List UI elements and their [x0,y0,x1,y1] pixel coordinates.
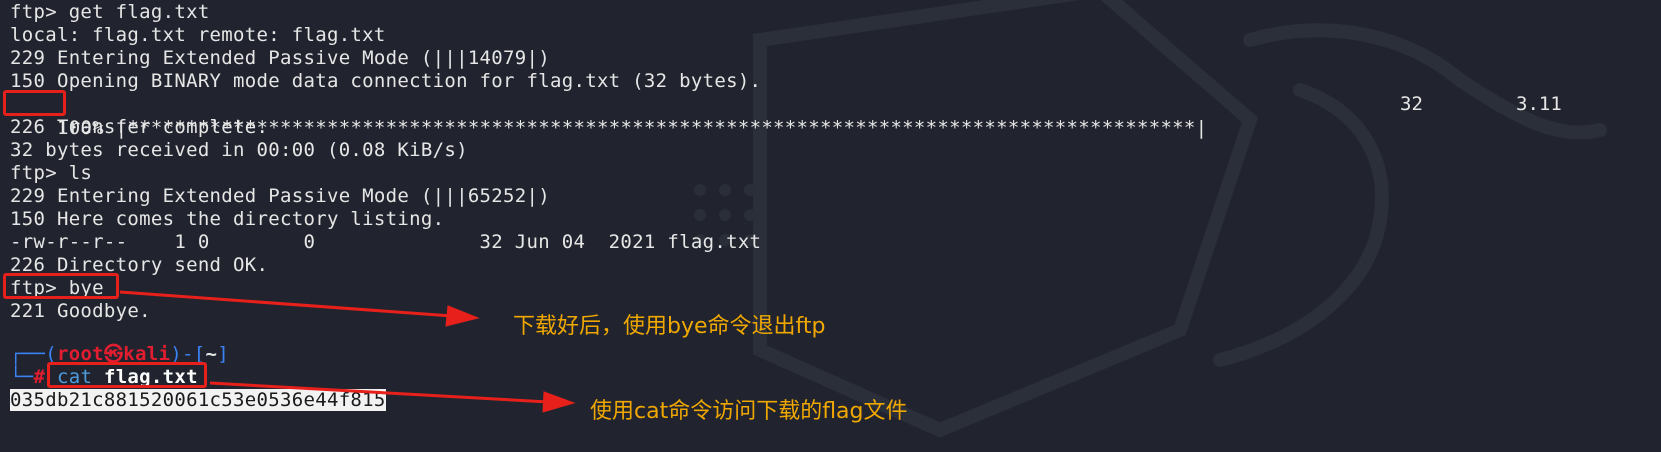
progress-bar: |***************************************… [103,117,1208,139]
highlight-box-percent [3,90,66,116]
arrow-head-2 [542,391,576,413]
terminal-line: 226 Transfer complete. [10,116,269,138]
prompt-dir: ~ [205,343,218,365]
terminal-line: -rw-r--r-- 1 0 0 32 Jun 04 2021 flag.txt [10,231,762,253]
terminal-line: local: flag.txt remote: flag.txt [10,24,386,46]
terminal-line: 229 Entering Extended Passive Mode (|||1… [10,47,550,69]
progress-rate: 3.11 [1516,93,1562,115]
annotation-cat-note: 使用cat命令访问下载的flag文件 [590,399,908,424]
terminal-line: 32 bytes received in 00:00 (0.08 KiB/s) [10,139,468,161]
terminal-line: 150 Opening BINARY mode data connection … [10,70,762,92]
flag-output-line: 035db21c881520061c53e0536e44f815 [10,388,386,412]
annotation-bye-note: 下载好后，使用bye命令退出ftp [513,314,826,339]
highlight-box-cat [47,362,207,388]
terminal-line: 229 Entering Extended Passive Mode (|||6… [10,185,550,207]
progress-line: 100% |**********************************… [10,92,1207,139]
arrow-head-1 [445,305,480,327]
terminal-line: ftp> get flag.txt [10,1,210,23]
highlight-box-bye [3,273,119,299]
terminal-line: 221 Goodbye. [10,300,151,322]
flag-hash-output: 035db21c881520061c53e0536e44f815 [10,389,386,411]
progress-bytes: 32 [1400,93,1423,115]
terminal-line: 150 Here comes the directory listing. [10,208,445,230]
prompt-hash: # [33,366,46,388]
arrow-line-1 [119,290,453,318]
terminal-line: ftp> ls [10,162,93,184]
